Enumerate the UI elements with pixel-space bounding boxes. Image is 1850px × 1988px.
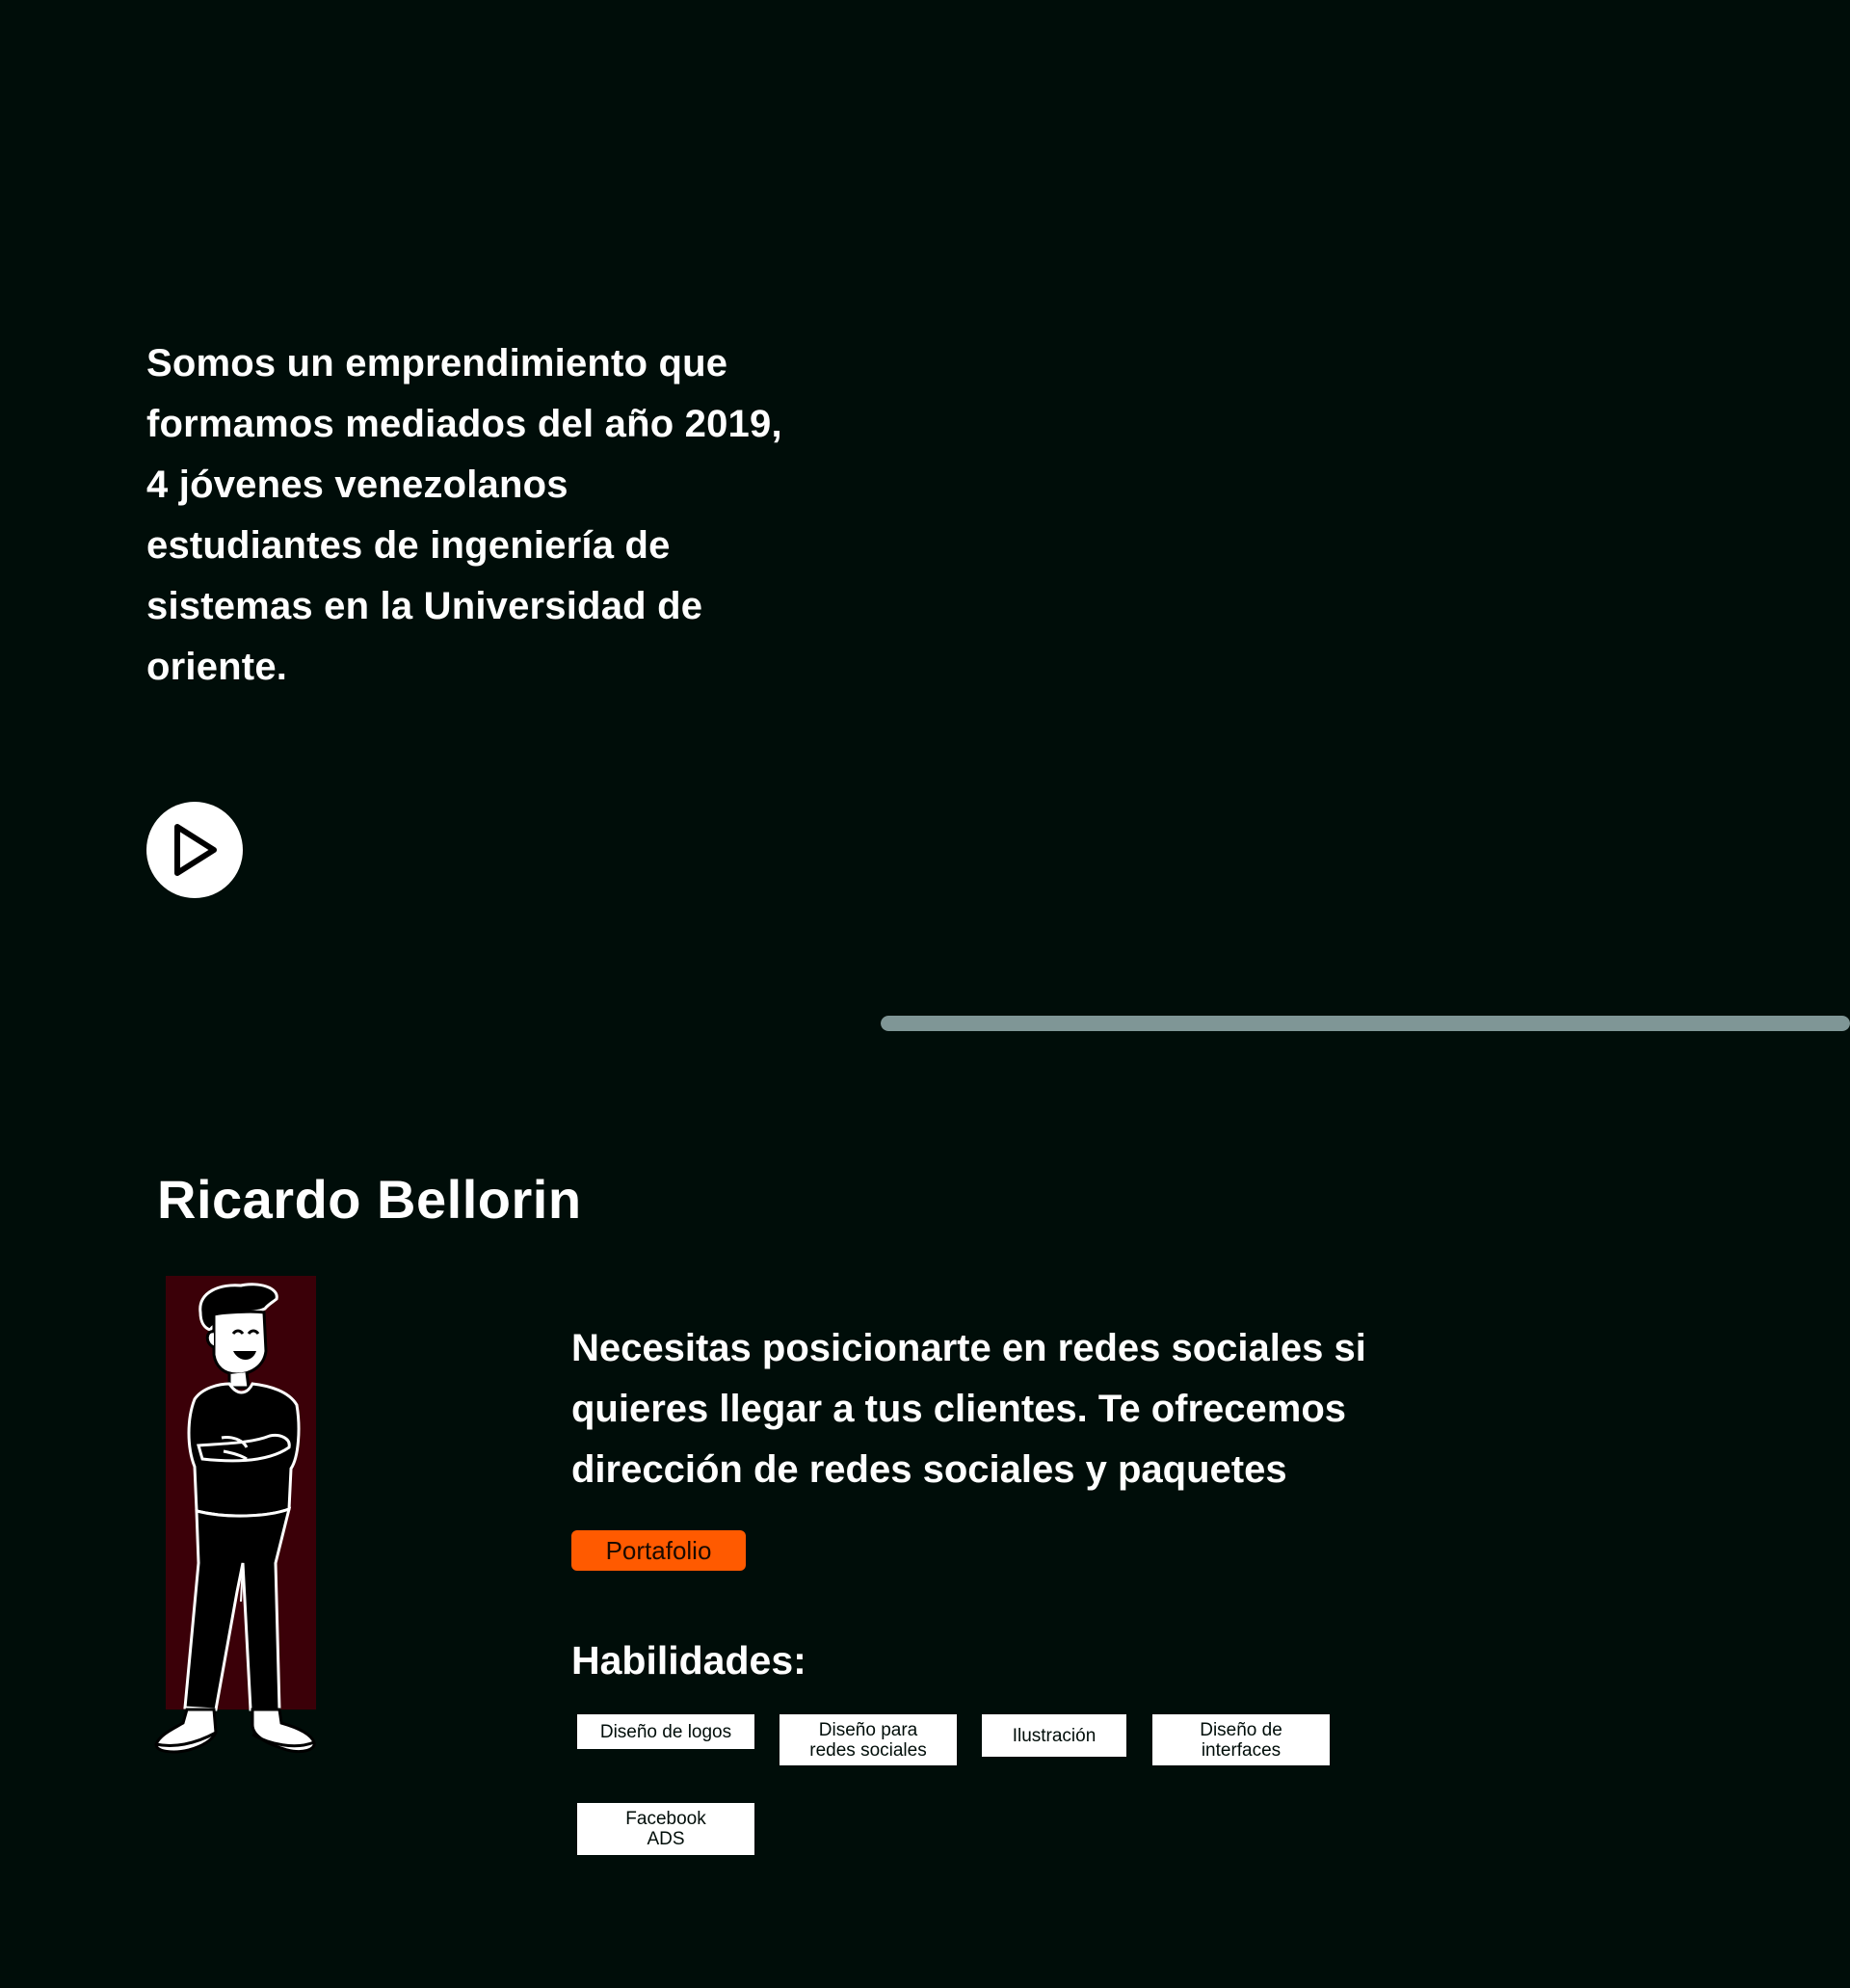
skill-tag: Ilustración xyxy=(982,1714,1126,1757)
play-icon xyxy=(174,824,217,876)
member-avatar-illustration xyxy=(154,1276,316,1754)
video-progress-fill xyxy=(881,1016,1850,1031)
skill-tag: Facebook ADS xyxy=(577,1803,754,1855)
video-progress-bar[interactable] xyxy=(881,1016,1850,1031)
portfolio-button[interactable]: Portafolio xyxy=(571,1530,746,1571)
skill-tag: Diseño para redes sociales xyxy=(780,1714,957,1765)
skill-tag: Diseño de logos xyxy=(577,1714,754,1749)
about-page: Somos un emprendimiento que formamos med… xyxy=(0,0,1850,1988)
intro-text: Somos un emprendimiento que formamos med… xyxy=(146,342,782,688)
skills-title: Habilidades: xyxy=(571,1638,806,1683)
play-button[interactable] xyxy=(146,802,243,898)
member-description: Necesitas posicionarte en redes sociales… xyxy=(571,1327,1366,1491)
skill-tag: Diseño de interfaces xyxy=(1152,1714,1330,1765)
member-name: Ricardo Bellorin xyxy=(157,1169,582,1230)
